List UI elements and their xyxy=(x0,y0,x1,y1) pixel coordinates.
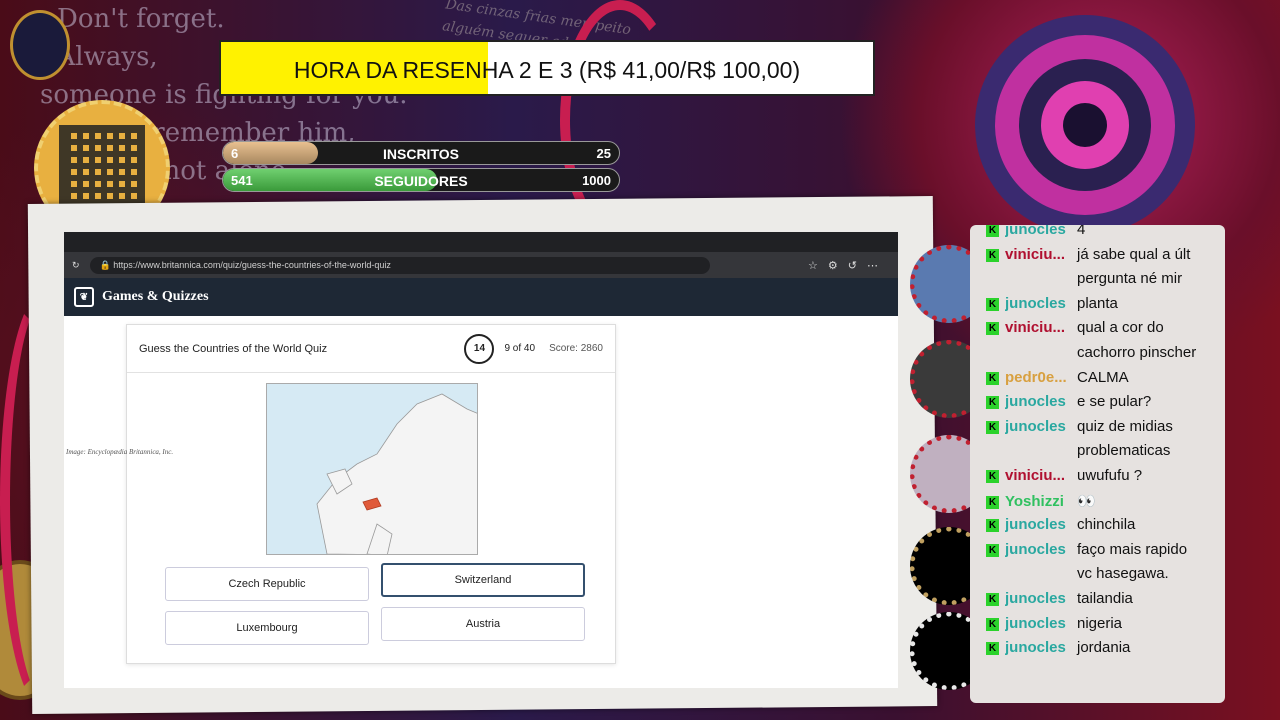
goal-text: HORA DA RESENHA 2 E 3 (R$ 41,00/R$ 100,0… xyxy=(293,57,801,83)
answer-option-2[interactable]: Switzerland xyxy=(381,563,585,597)
quiz-card: Guess the Countries of the World Quiz 14… xyxy=(126,324,616,664)
chat-username[interactable]: junocles xyxy=(1005,590,1077,607)
chat-text: e se pular? xyxy=(1077,393,1152,411)
kick-badge-icon: K xyxy=(986,495,999,509)
europe-map xyxy=(266,383,478,555)
browser-toolbar-icons[interactable]: ☆⚙↺⋯ xyxy=(808,259,888,272)
chat-username[interactable]: Yoshizzi xyxy=(1005,493,1077,510)
chat-message: Kviniciu... já sabe qual a últ xyxy=(986,246,1190,263)
chat-username[interactable]: junocles xyxy=(1005,295,1077,312)
chat-username[interactable]: viniciu... xyxy=(1005,467,1077,484)
chat-text: quiz de midias xyxy=(1077,417,1173,435)
url-text: https://www.britannica.com/quiz/guess-th… xyxy=(113,259,391,270)
site-brand[interactable]: Games & Quizzes xyxy=(102,289,209,305)
chat-message: pergunta né mir xyxy=(986,270,1182,287)
chat-message: Kjunocles 4 xyxy=(986,225,1085,238)
chat-text: uwufufu ? xyxy=(1077,467,1143,484)
chat-message: Kjunocles planta xyxy=(986,295,1118,312)
chat-panel: Kjunocles 4 Kviniciu... já sabe qual a últ p… xyxy=(970,225,1225,703)
kick-badge-icon: K xyxy=(986,297,999,311)
chat-username[interactable]: junocles xyxy=(1005,418,1077,435)
quiz-progress: 9 of 40 xyxy=(504,343,536,354)
chat-username[interactable]: junocles xyxy=(1005,225,1077,238)
chat-message: K Yoshizzi 👀 xyxy=(986,492,1096,510)
kick-badge-icon: K xyxy=(986,420,999,434)
kick-badge-icon: K xyxy=(986,371,999,385)
site-header: ❦ Games & Quizzes xyxy=(64,278,898,316)
chat-message: Kjunocles tailandia xyxy=(986,590,1133,607)
chat-message: Kjunocles faço mais rapido xyxy=(986,541,1187,558)
kick-badge-icon: K xyxy=(986,225,999,237)
chat-username[interactable]: viniciu... xyxy=(1005,319,1077,336)
kick-badge-icon: K xyxy=(986,617,999,631)
kick-badge-icon: K xyxy=(986,396,999,410)
kick-badge-icon: K xyxy=(986,322,999,336)
chat-message: Kjunocles jordania xyxy=(986,639,1130,656)
donation-goal-bar: HORA DA RESENHA 2 E 3 (R$ 41,00/R$ 100,0… xyxy=(219,40,875,96)
answer-option-4[interactable]: Austria xyxy=(381,607,585,641)
chat-text: nigeria xyxy=(1077,614,1123,632)
kick-badge-icon: K xyxy=(986,248,999,262)
lock-icon: 🔒 xyxy=(99,259,111,270)
tab-strip[interactable] xyxy=(64,232,898,252)
image-credit: Image: Encyclopædia Britannica, Inc. xyxy=(66,448,174,456)
chat-text: problematicas xyxy=(1077,442,1171,460)
chat-message: Kjunocles quiz de midias xyxy=(986,418,1173,435)
chat-message: Kviniciu... uwufufu ? xyxy=(986,467,1142,484)
chat-username[interactable]: junocles xyxy=(1005,639,1077,656)
chat-username[interactable]: junocles xyxy=(1005,516,1077,533)
quiz-timer: 14 xyxy=(464,333,495,364)
followers-bar: 541 SEGUIDORES 1000 xyxy=(222,168,620,192)
chat-username[interactable]: junocles xyxy=(1005,393,1077,410)
chat-message: cachorro pinscher xyxy=(986,344,1196,361)
subscribers-bar: 6 INSCRITOS 25 xyxy=(222,141,620,165)
answer-option-1[interactable]: Czech Republic xyxy=(165,567,369,601)
chat-text: tailandia xyxy=(1077,590,1133,607)
chat-message: vc hasegawa. xyxy=(986,565,1169,582)
url-input[interactable]: 🔒 https://www.britannica.com/quiz/guess-… xyxy=(89,256,710,274)
chat-text: faço mais rapido xyxy=(1077,540,1188,558)
kick-badge-icon: K xyxy=(986,642,999,656)
moon-icon xyxy=(10,10,70,80)
answer-option-3[interactable]: Luxembourg xyxy=(165,611,369,645)
subscribers-target: 25 xyxy=(596,146,611,161)
chat-text: 4 xyxy=(1077,225,1086,238)
chat-text: jordania xyxy=(1077,639,1131,657)
chat-message: Kjunocles chinchila xyxy=(986,516,1135,533)
mandala-decoration xyxy=(975,15,1195,235)
chat-message: Kpedr0e... CALMA xyxy=(986,369,1129,386)
reload-icon[interactable]: ↻ xyxy=(72,260,80,271)
kick-badge-icon: K xyxy=(986,470,999,483)
chat-message: Kjunocles e se pular? xyxy=(986,393,1151,410)
chat-text: cachorro pinscher xyxy=(1077,344,1197,361)
chat-text: 👀 xyxy=(1077,492,1096,510)
browser-window: ↻ 🔒 https://www.britannica.com/quiz/gues… xyxy=(64,232,898,688)
quiz-title: Guess the Countries of the World Quiz xyxy=(139,342,328,355)
chat-text: já sabe qual a últ xyxy=(1077,245,1191,263)
kick-badge-icon: K xyxy=(986,519,999,533)
chat-username[interactable]: pedr0e... xyxy=(1005,369,1077,386)
britannica-logo-icon[interactable]: ❦ xyxy=(74,287,94,307)
chat-username[interactable]: junocles xyxy=(1005,615,1077,632)
chat-text: planta xyxy=(1077,294,1118,312)
quiz-score: Score: 2860 xyxy=(549,343,603,354)
chat-message: Kviniciu... qual a cor do xyxy=(986,319,1164,336)
quiz-header: Guess the Countries of the World Quiz 14… xyxy=(127,325,615,373)
kick-badge-icon: K xyxy=(986,593,999,606)
subscribers-label: INSCRITOS xyxy=(383,146,459,162)
address-bar-row: ↻ 🔒 https://www.britannica.com/quiz/gues… xyxy=(64,252,898,278)
chat-text: qual a cor do xyxy=(1077,319,1164,337)
chat-username[interactable]: junocles xyxy=(1005,541,1077,558)
followers-label: SEGUIDORES xyxy=(374,173,468,189)
chat-username[interactable]: viniciu... xyxy=(1005,246,1077,263)
chat-text: vc hasegawa. xyxy=(1077,565,1169,583)
chat-message: Kjunocles nigeria xyxy=(986,615,1122,632)
kick-badge-icon: K xyxy=(986,543,999,557)
followers-target: 1000 xyxy=(582,173,611,188)
chat-text: pergunta né mir xyxy=(1077,270,1183,288)
chat-message: problematicas xyxy=(986,442,1170,459)
chat-text: chinchila xyxy=(1077,516,1136,534)
chat-text: CALMA xyxy=(1077,368,1129,386)
